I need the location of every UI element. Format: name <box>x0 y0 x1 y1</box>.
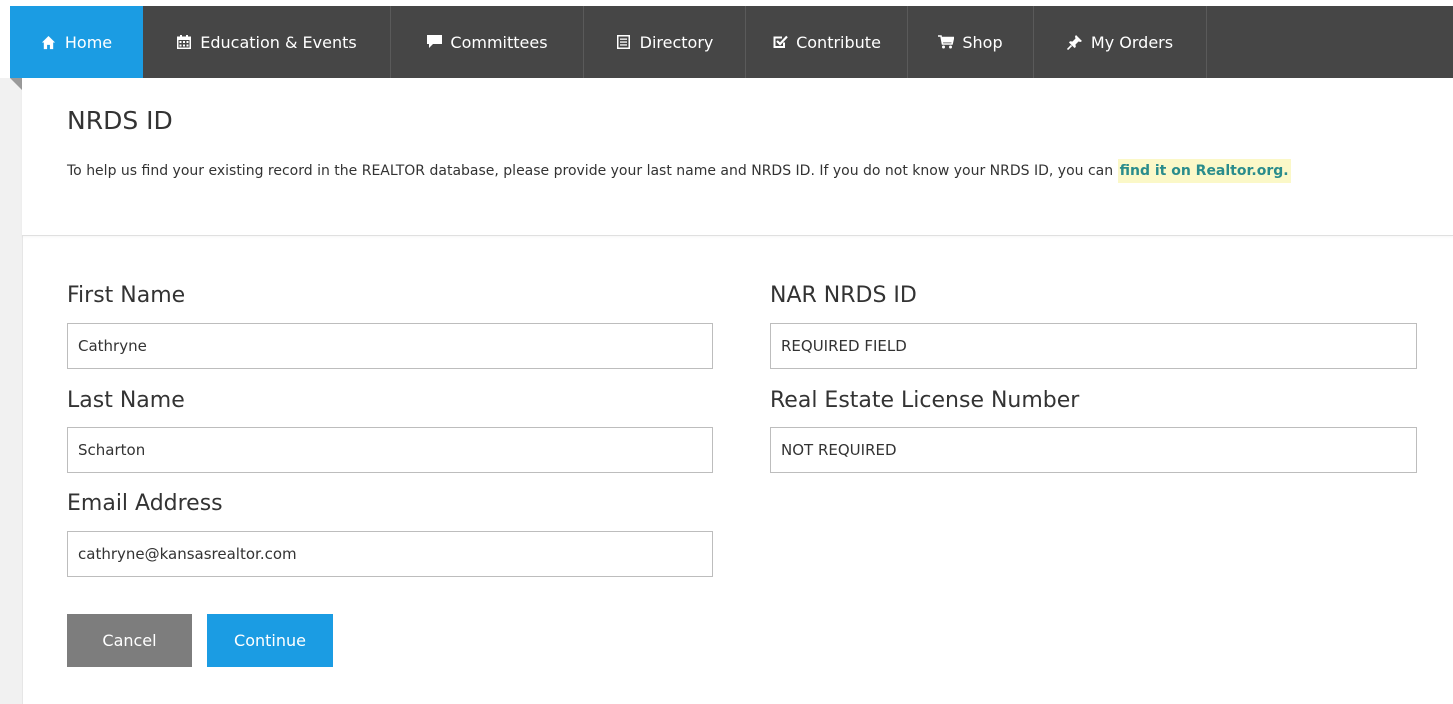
nav-education-events[interactable]: Education & Events <box>143 6 391 78</box>
nrds-id-input[interactable] <box>770 323 1417 369</box>
nav-home[interactable]: Home <box>10 6 143 78</box>
nav-shop[interactable]: Shop <box>908 6 1034 78</box>
intro-section: NRDS ID To help us find your existing re… <box>22 78 1453 236</box>
nav-committees[interactable]: Committees <box>391 6 584 78</box>
main-nav: Home Education & Events Committees Direc… <box>10 6 1453 78</box>
nav-label: Education & Events <box>200 32 357 52</box>
first-name-label: First Name <box>67 283 186 308</box>
find-nrds-link[interactable]: find it on Realtor.org. <box>1117 159 1291 183</box>
nav-label: Directory <box>639 32 714 52</box>
license-number-input[interactable] <box>770 427 1417 473</box>
continue-button[interactable]: Continue <box>207 614 333 667</box>
pin-icon <box>1067 34 1083 50</box>
last-name-input[interactable] <box>67 427 713 473</box>
page-title: NRDS ID <box>67 106 173 135</box>
nav-label: Committees <box>450 32 548 52</box>
find-nrds-link-label: find it on Realtor.org <box>1119 163 1284 179</box>
intro-text-main: To help us find your existing record in … <box>67 163 1118 179</box>
nav-contribute[interactable]: Contribute <box>746 6 908 78</box>
cancel-button[interactable]: Cancel <box>67 614 192 667</box>
home-icon <box>41 34 57 50</box>
cart-icon <box>938 34 955 50</box>
speech-bubble-icon <box>426 34 442 50</box>
nav-directory[interactable]: Directory <box>584 6 746 78</box>
nav-label: Contribute <box>796 32 881 52</box>
left-panel-edge <box>0 78 23 704</box>
last-name-label: Last Name <box>67 388 185 413</box>
email-label: Email Address <box>67 491 223 516</box>
calendar-icon <box>176 34 192 50</box>
email-input[interactable] <box>67 531 713 577</box>
intro-text: To help us find your existing record in … <box>67 156 1447 186</box>
nrds-id-label: NAR NRDS ID <box>770 283 917 308</box>
nav-my-orders[interactable]: My Orders <box>1034 6 1207 78</box>
checkbox-icon <box>772 34 788 50</box>
first-name-input[interactable] <box>67 323 713 369</box>
nav-label: My Orders <box>1090 32 1174 52</box>
find-nrds-link-period: . <box>1283 163 1289 179</box>
list-icon <box>616 34 632 50</box>
nav-label: Shop <box>962 32 1003 52</box>
nav-label: Home <box>64 32 113 52</box>
panel-fold-corner <box>10 78 22 90</box>
license-number-label: Real Estate License Number <box>770 388 1080 413</box>
